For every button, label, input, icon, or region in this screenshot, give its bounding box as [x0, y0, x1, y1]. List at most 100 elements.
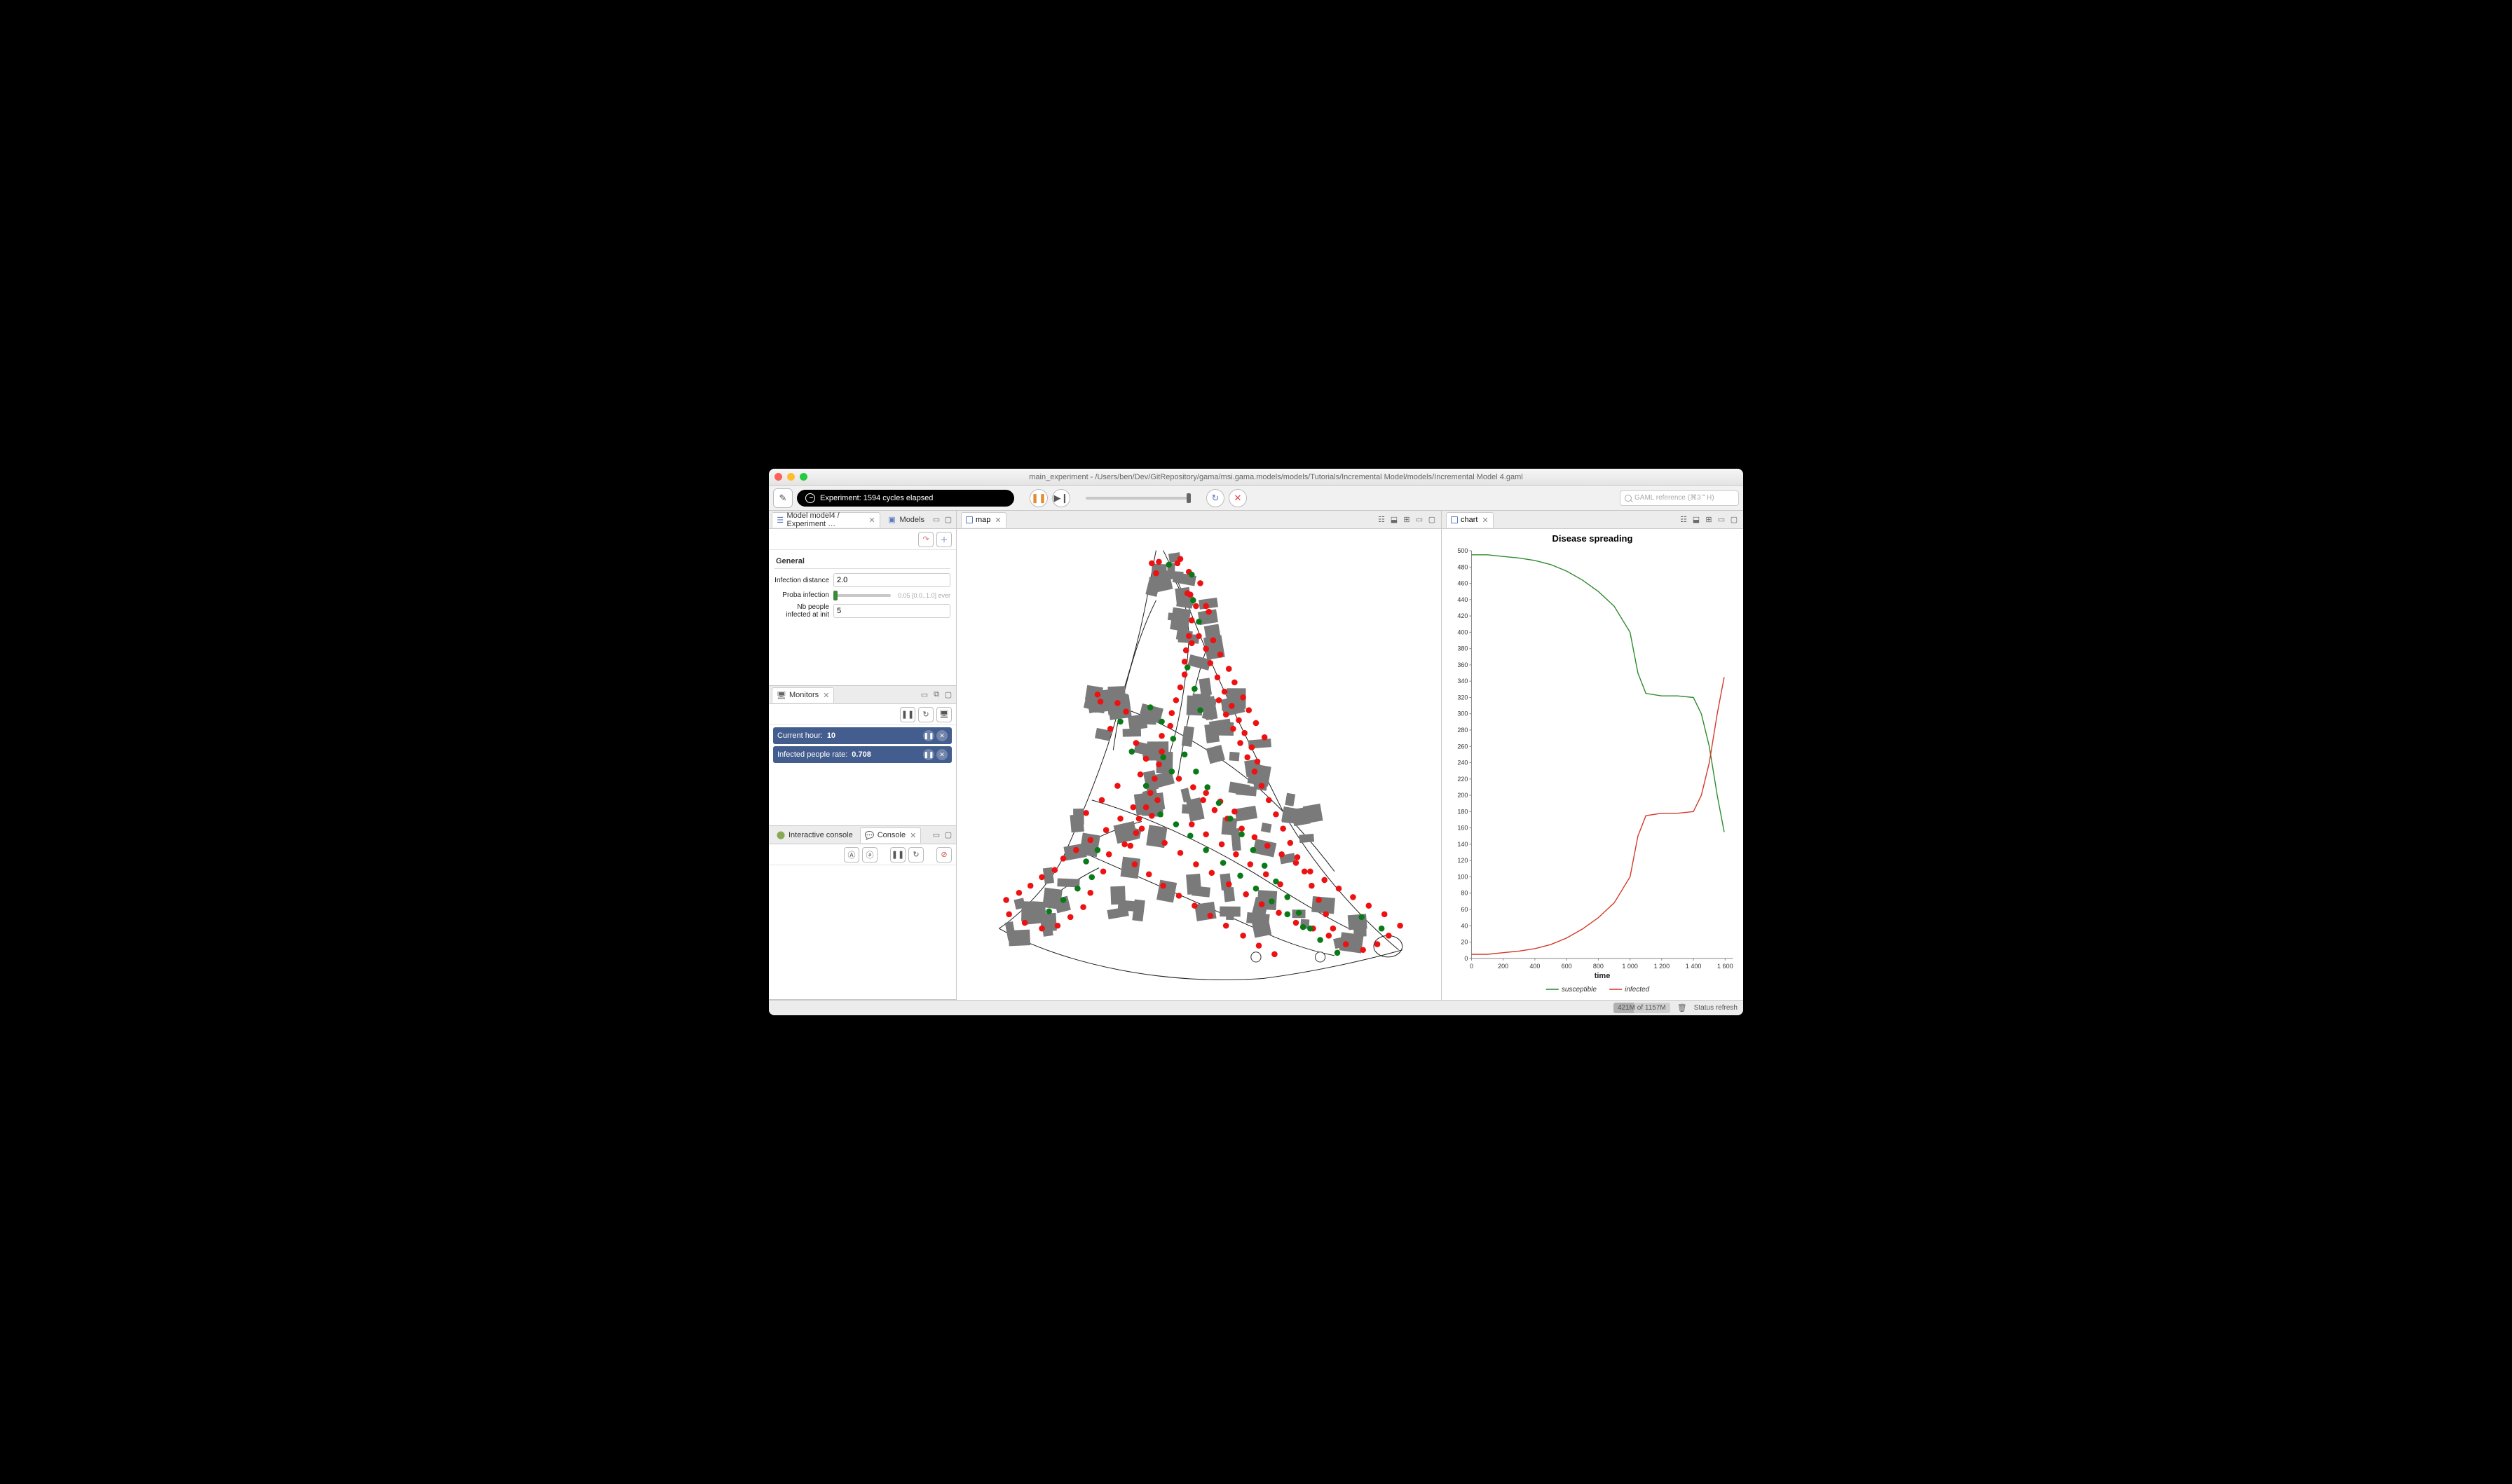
speed-slider[interactable] [1086, 497, 1191, 500]
monitors-screen-button[interactable]: 🖥 [936, 707, 952, 722]
maximize-pane-icon[interactable]: ▢ [943, 515, 953, 525]
fit-icon[interactable]: ⊞ [1402, 515, 1412, 525]
close-tab-icon[interactable]: ✕ [823, 691, 829, 700]
minimize-pane-icon[interactable]: ▭ [1414, 515, 1424, 525]
console-pause-button[interactable]: ❚❚ [890, 847, 906, 863]
param-proba-slider[interactable] [833, 594, 891, 597]
monitor-infected-rate-label: Infected people rate: [777, 750, 847, 759]
tab-models-label: Models [900, 516, 924, 524]
monitors-body: Current hour: 10 ❚❚✕ Infected people rat… [769, 725, 956, 765]
console-refresh-button[interactable]: ↻ [908, 847, 924, 863]
maximize-pane-icon[interactable]: ▢ [1427, 515, 1437, 525]
slider-thumb[interactable] [833, 591, 838, 600]
map-canvas[interactable] [957, 529, 1441, 1000]
tab-experiment-label: Model model4 / Experiment … [786, 511, 864, 528]
maximize-pane-icon[interactable]: ▢ [943, 690, 953, 700]
tab-interactive-console[interactable]: ⬤ Interactive console [772, 827, 857, 843]
snapshot-icon[interactable]: ⬓ [1389, 515, 1399, 525]
console-a2-button[interactable]: ⓐ [862, 847, 878, 863]
monitors-refresh-button[interactable]: ↻ [918, 707, 934, 722]
layers-icon[interactable]: ☷ [1377, 515, 1386, 525]
letter-a-small-icon: ⓐ [866, 849, 874, 860]
svg-text:280: 280 [1457, 727, 1468, 734]
svg-text:60: 60 [1461, 906, 1468, 913]
pause-button[interactable]: ❚❚ [1030, 489, 1048, 507]
param-nb-input[interactable] [833, 604, 950, 618]
add-button[interactable]: ＋ [936, 532, 952, 547]
svg-text:140: 140 [1457, 841, 1468, 848]
param-proba-hint: 0.05 [0.0..1.0] ever [898, 592, 950, 599]
tab-models[interactable]: ▣ Models [883, 512, 929, 528]
svg-text:0: 0 [1470, 963, 1473, 970]
snapshot-icon[interactable]: ⬓ [1691, 515, 1701, 525]
trash-icon[interactable]: 🗑 [1677, 1003, 1687, 1013]
close-tab-icon[interactable]: ✕ [995, 516, 1001, 525]
parameters-toolbar: ↶ ＋ [769, 529, 956, 550]
step-forward-icon: ▶❙ [1054, 493, 1069, 504]
console-a-button[interactable]: Ⓐ [844, 847, 859, 863]
revert-button[interactable]: ↶ [918, 532, 934, 547]
svg-text:160: 160 [1457, 825, 1468, 832]
minimize-pane-icon[interactable]: ▭ [931, 515, 941, 525]
svg-text:1 200: 1 200 [1654, 963, 1670, 970]
svg-text:460: 460 [1457, 580, 1468, 587]
svg-text:240: 240 [1457, 760, 1468, 767]
svg-text:80: 80 [1461, 890, 1468, 897]
minimize-pane-icon[interactable]: ▭ [1716, 515, 1726, 525]
search-input[interactable]: GAML reference (⌘3⌃H) [1620, 490, 1739, 506]
tab-monitors[interactable]: 🖥 Monitors ✕ [772, 687, 834, 703]
param-infection-distance-input[interactable] [833, 573, 950, 587]
svg-text:360: 360 [1457, 661, 1468, 668]
stop-button[interactable]: ✕ [1229, 489, 1247, 507]
monitor-current-hour[interactable]: Current hour: 10 ❚❚✕ [773, 727, 952, 744]
close-icon[interactable]: ✕ [936, 749, 948, 760]
minimize-pane-icon[interactable]: ▭ [920, 690, 929, 700]
close-tab-icon[interactable]: ✕ [1482, 516, 1488, 525]
maximize-pane-icon[interactable]: ▢ [943, 830, 953, 840]
tab-console[interactable]: 💬 Console ✕ [860, 827, 922, 843]
console-nofly-button[interactable]: ⊘ [936, 847, 952, 863]
monitor-current-hour-value: 10 [827, 731, 835, 740]
disabled-icon: ⊘ [941, 850, 947, 859]
tab-chart[interactable]: chart ✕ [1446, 512, 1494, 528]
svg-text:500: 500 [1457, 548, 1468, 554]
back-button[interactable]: ✎ [773, 488, 793, 508]
svg-text:400: 400 [1457, 628, 1468, 635]
letter-a-icon: Ⓐ [848, 849, 856, 860]
pause-icon[interactable]: ❚❚ [923, 749, 934, 760]
monitor-infected-rate[interactable]: Infected people rate: 0.708 ❚❚✕ [773, 746, 952, 763]
svg-text:600: 600 [1562, 963, 1572, 970]
minimize-pane-icon[interactable]: ▭ [931, 830, 941, 840]
monitors-pause-button[interactable]: ❚❚ [900, 707, 915, 722]
svg-text:220: 220 [1457, 776, 1468, 783]
layers-icon[interactable]: ☷ [1679, 515, 1688, 525]
pencil-icon: ✎ [779, 493, 787, 504]
svg-text:0: 0 [1464, 955, 1468, 962]
maximize-window-icon[interactable] [800, 473, 807, 481]
reload-icon: ↻ [1212, 493, 1220, 504]
svg-text:320: 320 [1457, 694, 1468, 701]
close-tab-icon[interactable]: ✕ [868, 516, 875, 525]
tab-experiment[interactable]: ☰ Model model4 / Experiment … ✕ [772, 512, 880, 528]
tab-map-label: map [976, 516, 990, 524]
slider-thumb[interactable] [1187, 493, 1191, 503]
tab-map[interactable]: map ✕ [961, 512, 1006, 528]
restore-pane-icon[interactable]: ⧉ [931, 690, 941, 700]
param-nb-label: Nb people infected at init [774, 603, 829, 619]
close-tab-icon[interactable]: ✕ [910, 831, 916, 840]
section-general: General [774, 554, 950, 569]
maximize-pane-icon[interactable]: ▢ [1729, 515, 1739, 525]
close-icon[interactable]: ✕ [936, 730, 948, 741]
reload-button[interactable]: ↻ [1206, 489, 1224, 507]
step-button[interactable]: ▶❙ [1052, 489, 1070, 507]
console-toolbar: Ⓐ ⓐ ❚❚ ↻ ⊘ [769, 844, 956, 865]
svg-text:200: 200 [1498, 963, 1508, 970]
memory-indicator[interactable]: 421M of 1157M [1613, 1003, 1670, 1013]
fit-icon[interactable]: ⊞ [1704, 515, 1714, 525]
pause-icon[interactable]: ❚❚ [923, 730, 934, 741]
traffic-lights [774, 473, 807, 481]
close-window-icon[interactable] [774, 473, 782, 481]
parameters-body: General Infection distance Proba infecti… [769, 550, 956, 627]
refresh-icon: ↻ [913, 850, 919, 859]
minimize-window-icon[interactable] [787, 473, 795, 481]
